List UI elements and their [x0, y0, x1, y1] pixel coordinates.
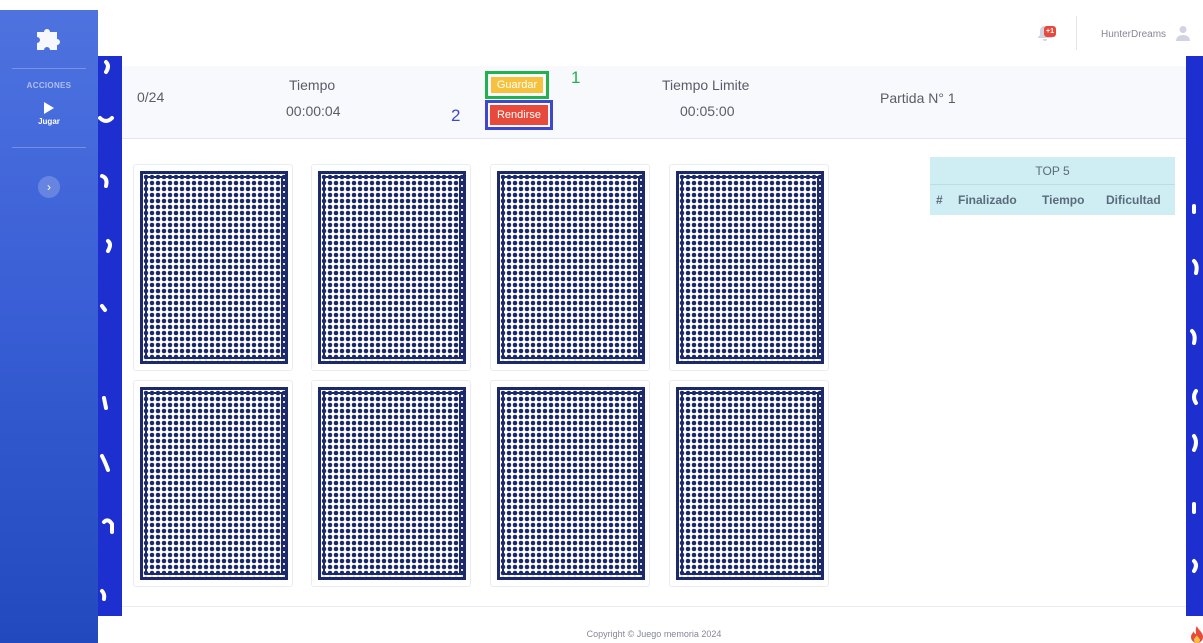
quit-button[interactable]: Rendirse	[490, 105, 548, 125]
top5-header-row: # Finalizado Tiempo Dificultad	[930, 185, 1175, 215]
annotation-1: 1	[571, 68, 581, 87]
annotation-2: 2	[451, 106, 461, 125]
topbar: +1 HunterDreams	[98, 10, 1203, 56]
sidebar: ACCIONES Jugar ›	[0, 10, 98, 643]
decorative-strip-left	[98, 56, 122, 616]
sidebar-toggle-button[interactable]: ›	[38, 176, 60, 198]
memory-card[interactable]	[490, 164, 650, 371]
column-header-rank[interactable]: #	[930, 193, 952, 207]
memory-card[interactable]	[311, 164, 471, 371]
memory-card[interactable]	[490, 380, 650, 587]
time-value: 00:00:04	[286, 103, 341, 119]
card-back-pattern	[140, 387, 288, 580]
time-limit-value: 00:05:00	[680, 103, 735, 119]
chevron-right-icon: ›	[47, 180, 51, 194]
sidebar-divider	[12, 68, 86, 69]
sidebar-item-label: Jugar	[38, 117, 60, 126]
card-back-pattern	[140, 171, 288, 364]
time-limit-label: Tiempo Limite	[662, 77, 750, 93]
play-icon	[44, 102, 54, 114]
notification-badge: +1	[1044, 26, 1056, 37]
save-button-highlight: Guardar	[485, 71, 549, 99]
top5-table: TOP 5 # Finalizado Tiempo Dificultad	[930, 157, 1175, 215]
memory-card[interactable]	[311, 380, 471, 587]
sidebar-item-jugar[interactable]: Jugar	[0, 102, 98, 126]
copyright-text: Copyright © Juego memoria 2024	[586, 629, 722, 639]
column-header-tiempo[interactable]: Tiempo	[1035, 193, 1099, 207]
quit-button-highlight: Rendirse	[485, 100, 553, 130]
game-header: 0/24 Tiempo 00:00:04 Guardar 1 2 Rendirs…	[122, 66, 1186, 139]
sidebar-heading: ACCIONES	[26, 81, 72, 90]
footer: Copyright © Juego memoria 2024	[122, 606, 1186, 643]
time-label: Tiempo	[289, 77, 336, 93]
card-back-pattern	[676, 387, 824, 580]
decorative-strip-right	[1186, 56, 1203, 616]
puzzle-piece-icon[interactable]	[33, 22, 65, 54]
username[interactable]: HunterDreams	[1101, 29, 1166, 40]
sidebar-divider	[12, 147, 86, 148]
memory-card[interactable]	[133, 380, 293, 587]
memory-card[interactable]	[669, 380, 829, 587]
user-icon[interactable]	[1176, 25, 1190, 41]
card-back-pattern	[318, 387, 466, 580]
column-header-finalizado[interactable]: Finalizado	[952, 193, 1035, 207]
pairs-counter: 0/24	[137, 89, 165, 105]
memory-card[interactable]	[133, 164, 293, 371]
match-number: Partida N° 1	[880, 90, 956, 106]
topbar-divider	[1076, 16, 1077, 50]
squiggle-pattern	[1190, 204, 1199, 573]
card-back-pattern	[497, 387, 645, 580]
card-back-pattern	[497, 171, 645, 364]
top5-title: TOP 5	[930, 157, 1175, 185]
card-back-pattern	[676, 171, 824, 364]
squiggle-pattern	[98, 60, 114, 601]
card-back-pattern	[318, 171, 466, 364]
memory-card[interactable]	[669, 164, 829, 371]
fire-icon[interactable]	[1190, 626, 1203, 643]
column-header-dificultad[interactable]: Dificultad	[1099, 193, 1175, 207]
save-button[interactable]: Guardar	[491, 77, 543, 93]
